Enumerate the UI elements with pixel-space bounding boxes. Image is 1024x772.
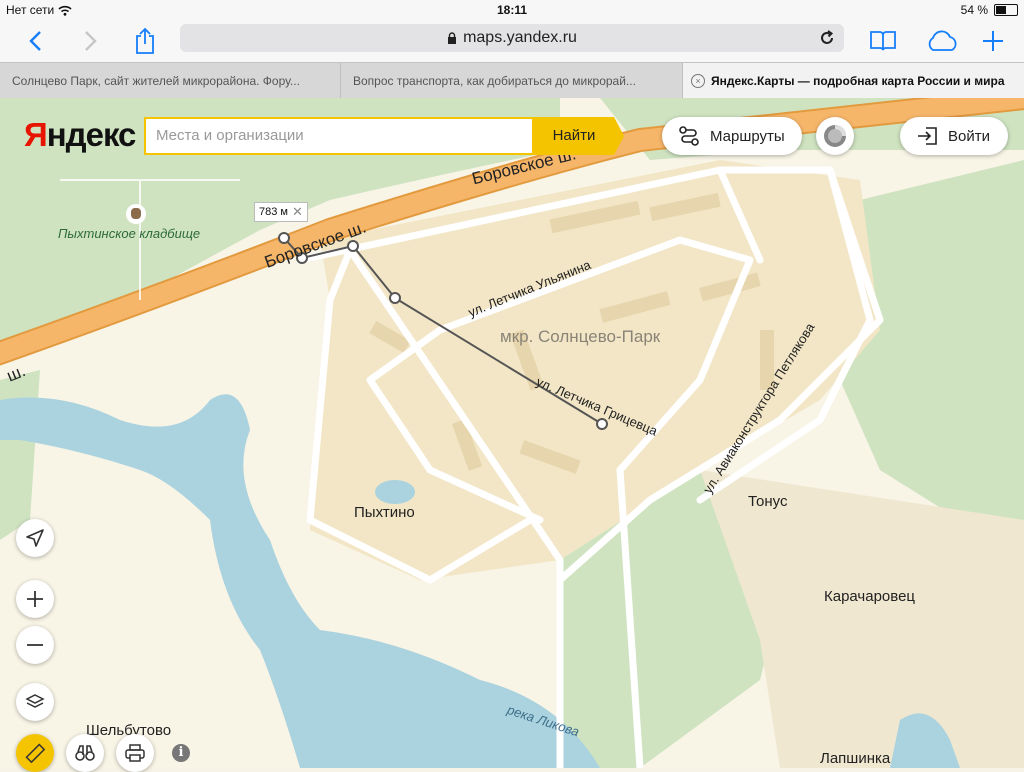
info-icon[interactable]: i [172,744,190,762]
find-button[interactable]: Найти [534,117,624,155]
tab-label: Солнцево Парк, сайт жителей микрорайона.… [12,74,300,88]
tab-2[interactable]: Вопрос транспорта, как добираться до мик… [341,63,683,99]
map-graphic [0,98,1024,768]
route-icon [679,126,699,146]
ruler-icon [25,743,46,764]
traffic-button[interactable] [816,117,854,155]
print-button[interactable] [116,734,154,772]
icloud-tabs-button[interactable] [922,24,962,58]
tab-1[interactable]: Солнцево Парк, сайт жителей микрорайона.… [0,63,341,99]
close-tab-icon[interactable]: × [691,74,705,88]
layers-icon [25,694,45,708]
distance-value: 783 м [259,206,288,218]
forward-button[interactable] [74,24,108,58]
book-icon [870,31,896,51]
url-text: maps.yandex.ru [463,29,577,46]
tab-label: Яндекс.Карты — подробная карта России и … [711,74,1005,88]
clock: 18:11 [496,3,528,17]
new-tab-button[interactable] [976,24,1010,58]
ruler-button[interactable] [16,734,54,772]
zoom-out-button[interactable] [16,626,54,664]
share-icon [136,27,154,54]
place-label: Лапшинка [820,750,891,767]
chevron-left-icon [29,31,41,51]
binoculars-icon [75,745,95,761]
tab-label: Вопрос транспорта, как добираться до мик… [353,74,636,88]
place-label: Тонус [748,493,788,510]
browser-toolbar: maps.yandex.ru [0,20,1024,62]
place-label: Пыхтино [354,504,415,521]
layers-button[interactable] [16,683,54,721]
search-placeholder: Места и организации [156,127,304,144]
district-label: мкр. Солнцево-Парк [500,327,661,346]
chevron-right-icon [85,31,97,51]
search-input[interactable]: Места и организации [144,117,534,155]
battery-icon [994,4,1018,16]
login-button[interactable]: Войти [900,117,1008,155]
place-label: Карачаровец [824,588,916,605]
routes-button[interactable]: Маршруты [662,117,802,155]
share-button[interactable] [128,24,162,58]
panorama-button[interactable] [66,734,104,772]
bookmarks-button[interactable] [866,24,900,58]
cloud-icon [928,30,957,51]
map-canvas[interactable]: Боровское ш. Боровское ш. ш. Пыхтинское … [0,98,1024,768]
reload-icon[interactable] [818,29,836,47]
yandex-logo[interactable]: Яндекс [24,116,136,154]
status-bar: Нет сети 18:11 54 % [0,0,1024,20]
lock-icon [448,32,457,44]
battery-percent: 54 % [960,3,988,17]
close-icon[interactable]: ✕ [292,203,303,221]
pond [375,480,415,504]
back-button[interactable] [18,24,52,58]
cemetery-label: Пыхтинское кладбище [58,226,201,241]
address-bar[interactable]: maps.yandex.ru [180,24,844,52]
minus-icon [27,644,43,646]
printer-icon [125,744,145,762]
zoom-in-button[interactable] [16,580,54,618]
tab-3-active[interactable]: × Яндекс.Карты — подробная карта России … [683,63,1024,99]
plus-icon [27,591,43,607]
traffic-icon [824,125,846,147]
distance-tooltip: 783 м ✕ [254,202,308,222]
tab-bar: Солнцево Парк, сайт жителей микрорайона.… [0,62,1024,100]
login-icon [918,127,937,145]
plus-icon [983,31,1003,51]
locate-button[interactable] [16,519,54,557]
location-arrow-icon [26,529,44,547]
